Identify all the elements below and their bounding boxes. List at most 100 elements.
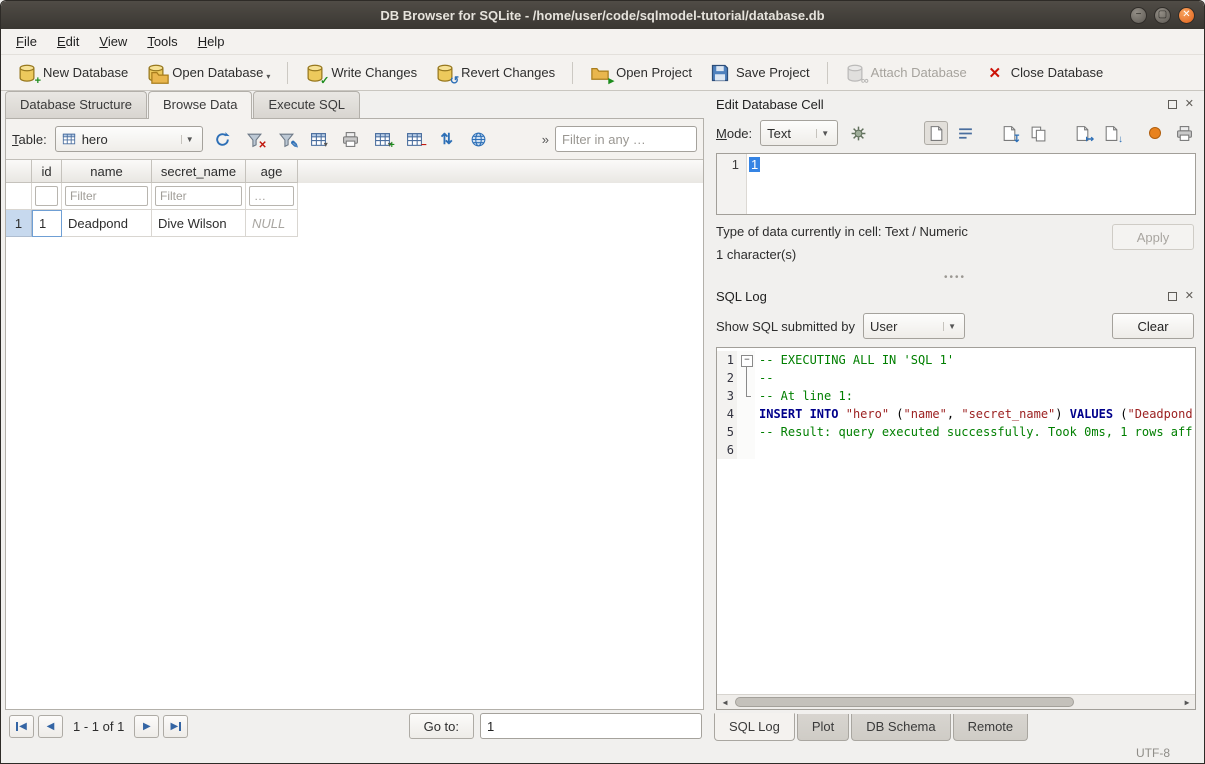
main-tabbar: Database Structure Browse Data Execute S… <box>1 91 708 118</box>
edit-filters-button[interactable]: ✎ <box>275 127 299 151</box>
cell-name[interactable]: Deadpond <box>62 210 152 237</box>
encoding-indicator[interactable]: UTF-8 <box>1136 746 1170 760</box>
write-changes-button[interactable]: ✓ Write Changes <box>297 59 425 87</box>
close-button[interactable]: ✕ <box>1178 7 1195 24</box>
menu-help[interactable]: Help <box>189 31 234 52</box>
open-project-button[interactable]: ▸ Open Project <box>582 59 700 87</box>
sql-log-editor[interactable]: 1 -- EXECUTING ALL IN 'SQL 1' 2 -- 3 -- … <box>716 347 1196 710</box>
table-select[interactable]: hero ▼ <box>55 126 203 152</box>
cell-id[interactable]: 1 <box>32 210 62 237</box>
column-header-name[interactable]: name <box>62 160 152 183</box>
column-header-id[interactable]: id <box>32 160 62 183</box>
tab-remote[interactable]: Remote <box>953 714 1029 741</box>
sql-log-controls: Show SQL submitted by User ▼ Clear <box>712 307 1198 343</box>
scrollbar-track[interactable] <box>733 695 1179 710</box>
filter-input-secret-name[interactable] <box>155 186 242 206</box>
filter-input-id[interactable] <box>35 186 58 206</box>
dock-splitter-handle[interactable] <box>712 271 1198 283</box>
cell-editor[interactable]: 1 1 <box>716 153 1196 215</box>
last-record-button[interactable]: ▶ <box>163 715 188 738</box>
insert-record-button[interactable]: +▾ <box>371 127 395 151</box>
cell-editor-body[interactable]: 1 <box>747 154 1195 214</box>
filter-input-age[interactable] <box>249 186 294 206</box>
set-null-button[interactable] <box>1143 121 1167 145</box>
dock-float-icon[interactable] <box>1168 292 1177 301</box>
scrollbar-thumb[interactable] <box>735 697 1074 707</box>
open-database-dropdown-icon[interactable]: ▾ <box>266 72 270 81</box>
minimize-button[interactable]: − <box>1130 7 1147 24</box>
maximize-button[interactable]: ▢ <box>1154 7 1171 24</box>
revert-changes-button[interactable]: ↺ Revert Changes <box>427 59 563 87</box>
jump-to-cell-button[interactable] <box>467 127 491 151</box>
fold-line-icon <box>737 369 755 387</box>
dock-float-icon[interactable] <box>1168 100 1177 109</box>
cell-editor-line-number: 1 <box>717 154 747 214</box>
filter-input-name[interactable] <box>65 186 148 206</box>
print-button[interactable] <box>339 127 363 151</box>
show-sql-label: Show SQL submitted by <box>716 319 855 334</box>
close-database-button[interactable]: ✕ Close Database <box>977 60 1112 86</box>
titlebar[interactable]: DB Browser for SQLite - /home/user/code/… <box>1 1 1204 29</box>
scroll-right-icon[interactable]: ▶ <box>1179 698 1195 707</box>
chevron-down-icon: ▼ <box>181 135 198 144</box>
tab-plot[interactable]: Plot <box>797 714 849 741</box>
cell-age[interactable]: NULL <box>246 210 298 237</box>
tab-sql-log[interactable]: SQL Log <box>714 713 795 741</box>
sort-records-button[interactable]: ⇅ <box>435 127 459 151</box>
dock-close-icon[interactable]: ✕ <box>1185 291 1194 302</box>
next-record-button[interactable]: ▶ <box>134 715 159 738</box>
import-cell-button[interactable]: ↧ <box>997 121 1021 145</box>
sql-log-dock-title: SQL Log ✕ <box>712 283 1198 307</box>
filter-any-column-input[interactable] <box>555 126 697 152</box>
copy-cell-button[interactable] <box>1026 121 1050 145</box>
cell-secret-name[interactable]: Dive Wilson <box>152 210 246 237</box>
column-header-secret-name[interactable]: secret_name <box>152 160 246 183</box>
tab-db-schema[interactable]: DB Schema <box>851 714 950 741</box>
copy-icon <box>1030 125 1047 142</box>
column-header-age[interactable]: age <box>246 160 298 183</box>
clear-log-button[interactable]: Clear <box>1112 313 1194 339</box>
goto-button[interactable]: Go to: <box>409 713 474 739</box>
chevron-down-icon[interactable]: ▾ <box>324 140 328 149</box>
delete-record-button[interactable]: − <box>403 127 427 151</box>
tab-execute-sql[interactable]: Execute SQL <box>253 91 360 118</box>
sql-source-select[interactable]: User ▼ <box>863 313 965 339</box>
tab-database-structure[interactable]: Database Structure <box>5 91 147 118</box>
fold-marker-icon[interactable] <box>737 351 755 369</box>
write-changes-icon: ✓ <box>305 63 325 83</box>
first-record-button[interactable]: ◀ <box>9 715 34 738</box>
save-project-button[interactable]: Save Project <box>702 59 818 87</box>
log-line: 5 -- Result: query executed successfully… <box>717 423 1195 441</box>
data-grid[interactable]: id name secret_name age <box>6 159 703 709</box>
gear-icon <box>850 125 867 142</box>
dock-close-icon[interactable]: ✕ <box>1185 99 1194 110</box>
row-header[interactable]: 1 <box>6 210 32 237</box>
mode-select[interactable]: Text ▼ <box>760 120 838 146</box>
menu-edit[interactable]: Edit <box>48 31 88 52</box>
new-database-button[interactable]: + New Database <box>9 59 136 87</box>
horizontal-scrollbar[interactable]: ◀ ▶ <box>717 694 1195 709</box>
word-wrap-button[interactable] <box>953 121 977 145</box>
text-view-button[interactable] <box>924 121 948 145</box>
toolbar-overflow-icon[interactable]: » <box>542 132 549 147</box>
save-table-button[interactable]: ▾ <box>307 127 331 151</box>
print-cell-button[interactable] <box>1172 121 1196 145</box>
auto-format-button[interactable] <box>846 121 870 145</box>
browse-controls: Table: hero ▼ ✕ ✎ ▾ +▾ − ⇅ <box>6 119 703 159</box>
menu-file[interactable]: File <box>7 31 46 52</box>
goto-input[interactable] <box>480 713 702 739</box>
grid-corner[interactable] <box>6 160 32 183</box>
tab-browse-data[interactable]: Browse Data <box>148 91 252 119</box>
record-range-text: 1 - 1 of 1 <box>73 719 124 734</box>
save-cell-button[interactable]: ↓ <box>1099 121 1123 145</box>
scroll-left-icon[interactable]: ◀ <box>717 698 733 707</box>
open-database-button[interactable]: Open Database ▾ <box>138 59 278 87</box>
log-line: 4 INSERT INTO "hero" ("name", "secret_na… <box>717 405 1195 423</box>
menu-view[interactable]: View <box>90 31 136 52</box>
printer-icon <box>1176 125 1193 142</box>
clear-filters-button[interactable]: ✕ <box>243 127 267 151</box>
export-cell-button[interactable]: ↦ <box>1070 121 1094 145</box>
menu-tools[interactable]: Tools <box>138 31 186 52</box>
refresh-button[interactable] <box>211 127 235 151</box>
previous-record-button[interactable]: ◀ <box>38 715 63 738</box>
